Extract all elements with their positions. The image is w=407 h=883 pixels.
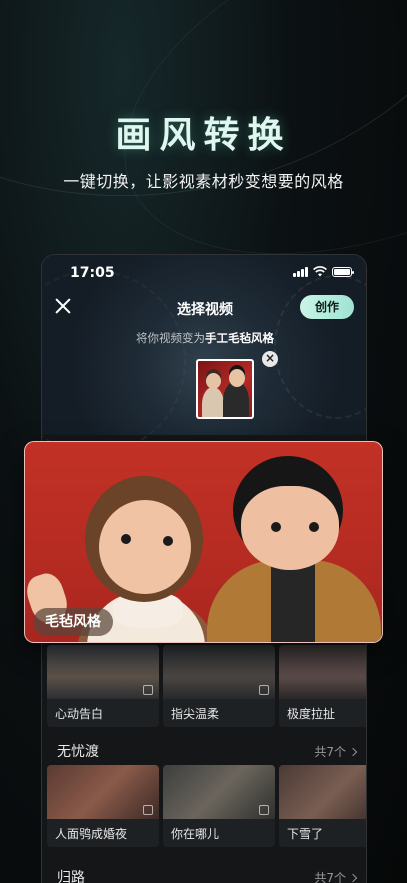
section-count: 共7个 [314,745,346,759]
section-title: 无忧渡 [57,744,99,760]
template-card[interactable]: 极度拉扯 [279,645,366,727]
signal-icon [293,266,308,277]
template-card[interactable]: 心动告白 [47,645,159,727]
template-card[interactable]: 人面鸮成婚夜 [47,765,159,847]
template-label: 人面鸮成婚夜 [55,827,128,841]
template-preview-icon [143,685,153,695]
template-label: 下雪了 [287,827,324,841]
template-label: 你在哪儿 [171,827,220,841]
hint-prefix: 将你视频变为 [136,331,205,345]
section-see-all[interactable]: 共7个 [314,869,358,883]
section-title: 归路 [57,870,85,883]
chevron-right-icon [348,747,358,757]
section-count: 共7个 [314,871,346,883]
felt-style-preview: 毛毡风格 [24,441,383,643]
status-time: 17:05 [70,265,115,281]
chevron-right-icon [348,873,358,883]
template-label: 心动告白 [55,707,104,721]
template-preview-icon [259,805,269,815]
template-card[interactable]: 指尖温柔 [163,645,275,727]
template-label: 指尖温柔 [171,707,220,721]
status-icons [293,266,354,277]
template-label: 极度拉扯 [287,707,336,721]
promo-subtitle: 一键切换，让影视素材秒变想要的风格 [63,172,344,191]
template-preview-icon [143,805,153,815]
wifi-icon [313,266,327,277]
battery-icon [332,266,354,277]
create-button[interactable]: 创作 [300,295,354,319]
template-card[interactable]: 下雪了 [279,765,366,847]
section-see-all[interactable]: 共7个 [314,743,358,760]
template-preview-icon [259,685,269,695]
style-tag: 毛毡风格 [33,608,113,636]
selected-video-thumbnail[interactable] [196,359,254,419]
template-row-1: 心动告白 指尖温柔 极度拉扯 [47,645,366,727]
hint-style: 手工毛毡风格 [205,331,274,345]
remove-thumbnail-button[interactable]: × [262,351,278,367]
style-hint: 将你视频变为手工毛毡风格 [42,330,366,346]
template-row-2: 人面鸮成婚夜 你在哪儿 下雪了 [47,765,366,847]
template-card[interactable]: 你在哪儿 [163,765,275,847]
promo-title: 画风转换 [115,115,292,156]
